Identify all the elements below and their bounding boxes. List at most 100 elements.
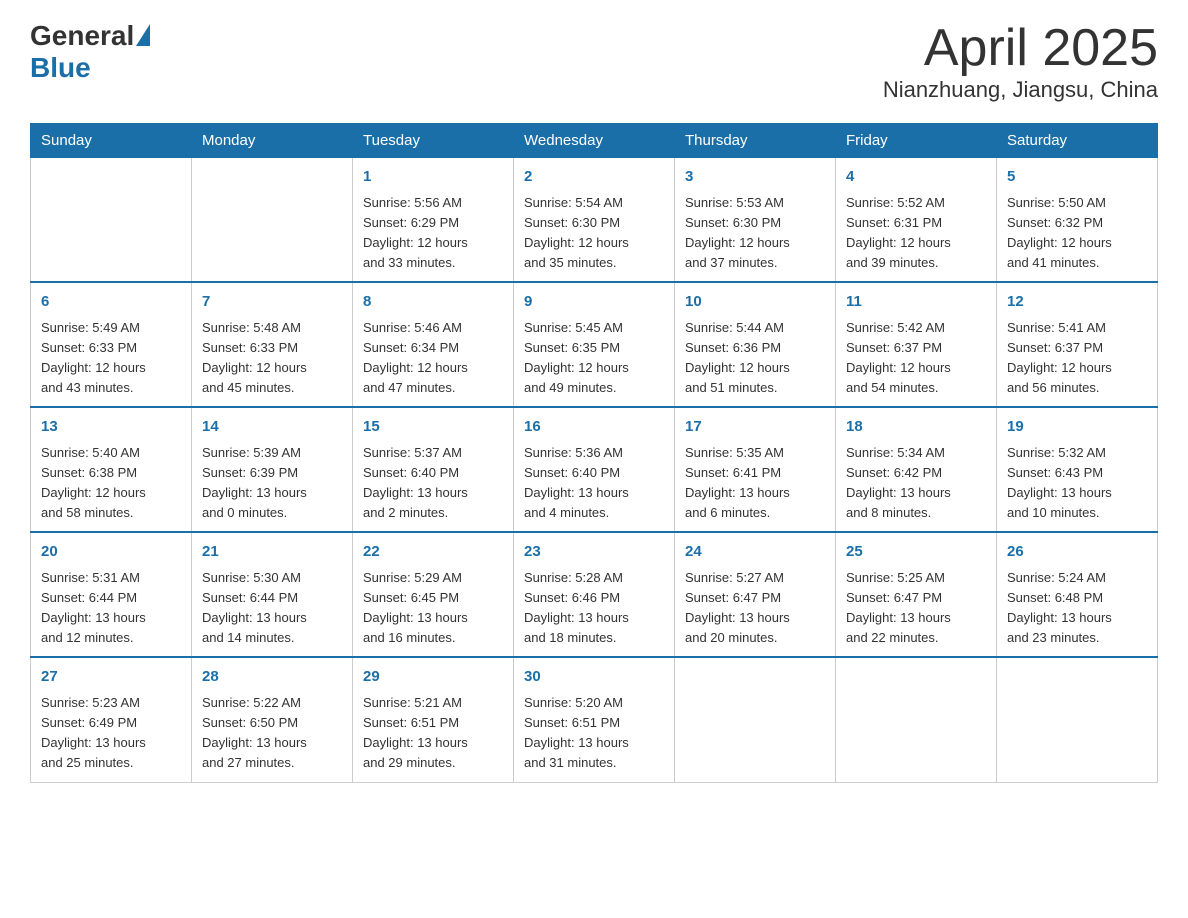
calendar-week-row: 27 Sunrise: 5:23 AM Sunset: 6:49 PM Dayli… — [31, 657, 1158, 782]
calendar-day-cell: 9 Sunrise: 5:45 AM Sunset: 6:35 PM Daylig… — [514, 282, 675, 407]
day-number: 27 — [41, 666, 181, 689]
calendar-day-cell: 20Sunrise: 5:31 AM Sunset: 6:44 PM Dayli… — [31, 532, 192, 657]
day-number: 9 — [524, 291, 664, 314]
day-info: Sunrise: 5:42 AM Sunset: 6:37 PM Dayligh… — [846, 318, 986, 399]
day-number: 2 — [524, 166, 664, 189]
calendar-day-cell: 18 Sunrise: 5:34 AM Sunset: 6:42 PM Dayli… — [836, 407, 997, 532]
day-number: 16 — [524, 416, 664, 439]
weekday-header: Thursday — [675, 124, 836, 158]
day-info: Sunrise: 5:39 AM Sunset: 6:39 PM Dayligh… — [202, 443, 342, 524]
day-number: 13 — [41, 416, 181, 439]
day-number: 12 — [1007, 291, 1147, 314]
day-info: Sunrise: 5:27 AM Sunset: 6:47 PM Dayligh… — [685, 568, 825, 649]
day-number: 29 — [363, 666, 503, 689]
day-number: 22 — [363, 541, 503, 564]
day-info: Sunrise: 5:20 AM Sunset: 6:51 PM Dayligh… — [524, 693, 664, 774]
weekday-header: Friday — [836, 124, 997, 158]
calendar-day-cell — [997, 657, 1158, 782]
day-info: Sunrise: 5:25 AM Sunset: 6:47 PM Dayligh… — [846, 568, 986, 649]
calendar-day-cell: 5 Sunrise: 5:50 AM Sunset: 6:32 PM Daylig… — [997, 158, 1158, 283]
calendar-day-cell: 3Sunrise: 5:53 AM Sunset: 6:30 PM Daylig… — [675, 158, 836, 283]
calendar-day-cell: 13 Sunrise: 5:40 AM Sunset: 6:38 PM Dayli… — [31, 407, 192, 532]
day-info: Sunrise: 5:32 AM Sunset: 6:43 PM Dayligh… — [1007, 443, 1147, 524]
day-number: 19 — [1007, 416, 1147, 439]
logo: General Blue — [30, 20, 150, 84]
day-number: 14 — [202, 416, 342, 439]
page-header: General Blue April 2025 Nianzhuang, Jian… — [30, 20, 1158, 103]
month-title: April 2025 — [883, 20, 1158, 77]
day-info: Sunrise: 5:36 AM Sunset: 6:40 PM Dayligh… — [524, 443, 664, 524]
calendar-day-cell: 27 Sunrise: 5:23 AM Sunset: 6:49 PM Dayli… — [31, 657, 192, 782]
day-number: 17 — [685, 416, 825, 439]
calendar-day-cell: 30 Sunrise: 5:20 AM Sunset: 6:51 PM Dayli… — [514, 657, 675, 782]
calendar-day-cell: 24 Sunrise: 5:27 AM Sunset: 6:47 PM Dayli… — [675, 532, 836, 657]
calendar-day-cell: 1 Sunrise: 5:56 AM Sunset: 6:29 PM Daylig… — [353, 158, 514, 283]
day-info: Sunrise: 5:45 AM Sunset: 6:35 PM Dayligh… — [524, 318, 664, 399]
day-info: Sunrise: 5:30 AM Sunset: 6:44 PM Dayligh… — [202, 568, 342, 649]
day-info: Sunrise: 5:54 AM Sunset: 6:30 PM Dayligh… — [524, 193, 664, 274]
calendar-day-cell: 10 Sunrise: 5:44 AM Sunset: 6:36 PM Dayli… — [675, 282, 836, 407]
day-info: Sunrise: 5:34 AM Sunset: 6:42 PM Dayligh… — [846, 443, 986, 524]
day-info: Sunrise: 5:56 AM Sunset: 6:29 PM Dayligh… — [363, 193, 503, 274]
day-number: 6 — [41, 291, 181, 314]
day-info: Sunrise: 5:22 AM Sunset: 6:50 PM Dayligh… — [202, 693, 342, 774]
day-number: 15 — [363, 416, 503, 439]
day-info: Sunrise: 5:50 AM Sunset: 6:32 PM Dayligh… — [1007, 193, 1147, 274]
day-number: 28 — [202, 666, 342, 689]
logo-blue-text: Blue — [30, 52, 91, 84]
calendar-day-cell: 28 Sunrise: 5:22 AM Sunset: 6:50 PM Dayli… — [192, 657, 353, 782]
day-info: Sunrise: 5:28 AM Sunset: 6:46 PM Dayligh… — [524, 568, 664, 649]
day-info: Sunrise: 5:41 AM Sunset: 6:37 PM Dayligh… — [1007, 318, 1147, 399]
calendar-table: SundayMondayTuesdayWednesdayThursdayFrid… — [30, 123, 1158, 782]
day-number: 20 — [41, 541, 181, 564]
day-info: Sunrise: 5:44 AM Sunset: 6:36 PM Dayligh… — [685, 318, 825, 399]
logo-general-text: General — [30, 20, 134, 52]
day-number: 11 — [846, 291, 986, 314]
calendar-day-cell: 23Sunrise: 5:28 AM Sunset: 6:46 PM Dayli… — [514, 532, 675, 657]
calendar-day-cell — [192, 158, 353, 283]
calendar-week-row: 1 Sunrise: 5:56 AM Sunset: 6:29 PM Daylig… — [31, 158, 1158, 283]
day-number: 24 — [685, 541, 825, 564]
calendar-day-cell — [31, 158, 192, 283]
day-info: Sunrise: 5:53 AM Sunset: 6:30 PM Dayligh… — [685, 193, 825, 274]
day-number: 26 — [1007, 541, 1147, 564]
calendar-day-cell: 6Sunrise: 5:49 AM Sunset: 6:33 PM Daylig… — [31, 282, 192, 407]
day-info: Sunrise: 5:29 AM Sunset: 6:45 PM Dayligh… — [363, 568, 503, 649]
day-info: Sunrise: 5:24 AM Sunset: 6:48 PM Dayligh… — [1007, 568, 1147, 649]
weekday-header: Monday — [192, 124, 353, 158]
day-number: 10 — [685, 291, 825, 314]
day-number: 18 — [846, 416, 986, 439]
title-area: April 2025 Nianzhuang, Jiangsu, China — [883, 20, 1158, 103]
day-number: 4 — [846, 166, 986, 189]
calendar-day-cell: 8Sunrise: 5:46 AM Sunset: 6:34 PM Daylig… — [353, 282, 514, 407]
day-info: Sunrise: 5:35 AM Sunset: 6:41 PM Dayligh… — [685, 443, 825, 524]
day-number: 30 — [524, 666, 664, 689]
calendar-day-cell: 19 Sunrise: 5:32 AM Sunset: 6:43 PM Dayli… — [997, 407, 1158, 532]
calendar-day-cell: 21Sunrise: 5:30 AM Sunset: 6:44 PM Dayli… — [192, 532, 353, 657]
logo-triangle-icon — [136, 24, 150, 46]
calendar-day-cell: 4Sunrise: 5:52 AM Sunset: 6:31 PM Daylig… — [836, 158, 997, 283]
calendar-day-cell: 16 Sunrise: 5:36 AM Sunset: 6:40 PM Dayli… — [514, 407, 675, 532]
calendar-day-cell: 15 Sunrise: 5:37 AM Sunset: 6:40 PM Dayli… — [353, 407, 514, 532]
day-number: 5 — [1007, 166, 1147, 189]
weekday-header: Wednesday — [514, 124, 675, 158]
day-info: Sunrise: 5:37 AM Sunset: 6:40 PM Dayligh… — [363, 443, 503, 524]
weekday-header: Tuesday — [353, 124, 514, 158]
calendar-week-row: 6Sunrise: 5:49 AM Sunset: 6:33 PM Daylig… — [31, 282, 1158, 407]
day-info: Sunrise: 5:48 AM Sunset: 6:33 PM Dayligh… — [202, 318, 342, 399]
weekday-header: Saturday — [997, 124, 1158, 158]
calendar-day-cell: 29 Sunrise: 5:21 AM Sunset: 6:51 PM Dayli… — [353, 657, 514, 782]
day-info: Sunrise: 5:23 AM Sunset: 6:49 PM Dayligh… — [41, 693, 181, 774]
calendar-week-row: 20Sunrise: 5:31 AM Sunset: 6:44 PM Dayli… — [31, 532, 1158, 657]
calendar-day-cell — [675, 657, 836, 782]
day-info: Sunrise: 5:21 AM Sunset: 6:51 PM Dayligh… — [363, 693, 503, 774]
calendar-day-cell: 12 Sunrise: 5:41 AM Sunset: 6:37 PM Dayli… — [997, 282, 1158, 407]
day-info: Sunrise: 5:40 AM Sunset: 6:38 PM Dayligh… — [41, 443, 181, 524]
calendar-day-cell: 25Sunrise: 5:25 AM Sunset: 6:47 PM Dayli… — [836, 532, 997, 657]
logo-text: General — [30, 20, 150, 52]
calendar-week-row: 13 Sunrise: 5:40 AM Sunset: 6:38 PM Dayli… — [31, 407, 1158, 532]
day-number: 1 — [363, 166, 503, 189]
calendar-day-cell — [836, 657, 997, 782]
calendar-day-cell: 14 Sunrise: 5:39 AM Sunset: 6:39 PM Dayli… — [192, 407, 353, 532]
calendar-day-cell: 7Sunrise: 5:48 AM Sunset: 6:33 PM Daylig… — [192, 282, 353, 407]
